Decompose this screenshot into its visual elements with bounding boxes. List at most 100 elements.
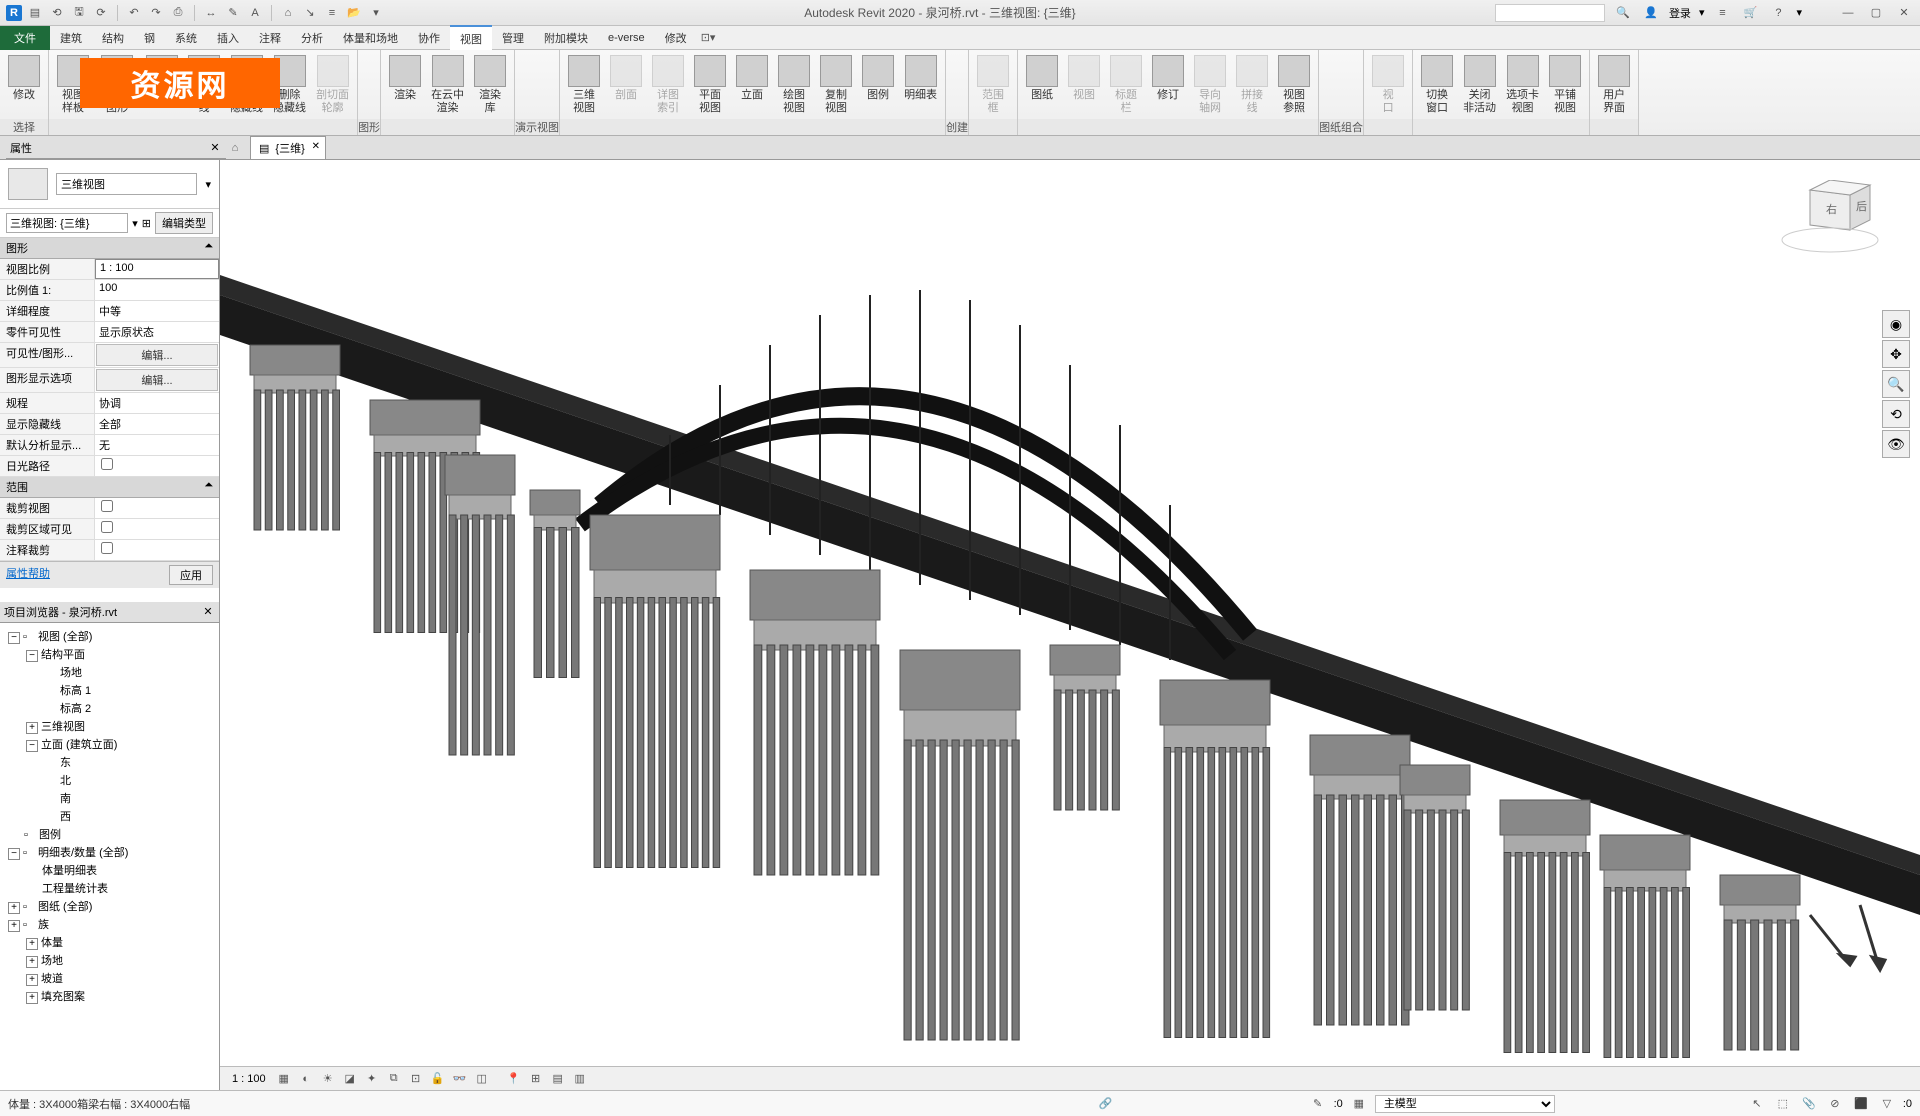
help-icon[interactable]: ? bbox=[1768, 4, 1788, 22]
menu-管理[interactable]: 管理 bbox=[492, 26, 534, 50]
tree-图例[interactable]: ▫图例 bbox=[4, 825, 215, 843]
vc-constrain-icon[interactable]: ⊞ bbox=[526, 1070, 546, 1088]
menu-体量和场地[interactable]: 体量和场地 bbox=[333, 26, 408, 50]
ribbon-用户界面[interactable]: 用户界面 bbox=[1594, 53, 1634, 119]
sb-sel4-icon[interactable]: ⊘ bbox=[1825, 1095, 1845, 1113]
ribbon-选项卡视图[interactable]: 选项卡视图 bbox=[1502, 53, 1543, 119]
menu-注释[interactable]: 注释 bbox=[249, 26, 291, 50]
menu-file[interactable]: 文件 bbox=[0, 26, 50, 50]
qat-sync-icon[interactable]: ⟳ bbox=[92, 4, 110, 22]
sb-sel1-icon[interactable]: ↖ bbox=[1747, 1095, 1767, 1113]
browser-close-icon[interactable]: ✕ bbox=[201, 605, 215, 619]
tree-结构平面[interactable]: −结构平面 bbox=[4, 645, 215, 663]
doc-home-icon[interactable]: ⌂ bbox=[226, 139, 244, 157]
tree-场地[interactable]: +场地 bbox=[4, 951, 215, 969]
type-dropdown[interactable]: 三维视图 bbox=[56, 173, 197, 195]
sb-sel5-icon[interactable]: ⬛ bbox=[1851, 1095, 1871, 1113]
qat-open-icon[interactable]: ▤ bbox=[26, 4, 44, 22]
sb-sel2-icon[interactable]: ⬚ bbox=[1773, 1095, 1793, 1113]
edit-type-button[interactable]: 编辑类型 bbox=[155, 212, 213, 234]
properties-close-icon[interactable]: ✕ bbox=[208, 141, 222, 155]
apply-button[interactable]: 应用 bbox=[169, 565, 213, 585]
ribbon-平铺视图[interactable]: 平铺视图 bbox=[1545, 53, 1585, 119]
vc-style-icon[interactable]: ◐ bbox=[296, 1070, 316, 1088]
qat-print-icon[interactable]: ⎙ bbox=[169, 4, 187, 22]
menu-建筑[interactable]: 建筑 bbox=[50, 26, 92, 50]
type-dd-arrow-icon[interactable]: ▾ bbox=[205, 178, 211, 191]
tree-明细表/数量 (全部)[interactable]: −▫明细表/数量 (全部) bbox=[4, 843, 215, 861]
maximize-button[interactable]: ▢ bbox=[1866, 4, 1886, 22]
tree-坡道[interactable]: +坡道 bbox=[4, 969, 215, 987]
menu-协作[interactable]: 协作 bbox=[408, 26, 450, 50]
prop-val-规程[interactable]: 协调 bbox=[95, 393, 219, 413]
ribbon-三维视图[interactable]: 三维视图 bbox=[564, 53, 604, 119]
properties-help-link[interactable]: 属性帮助 bbox=[6, 565, 50, 585]
sb-filter-icon[interactable]: ▽ bbox=[1877, 1095, 1897, 1113]
prop-val-详细程度[interactable]: 中等 bbox=[95, 301, 219, 321]
sb-active-icon[interactable]: ▦ bbox=[1349, 1095, 1369, 1113]
menu-e-verse[interactable]: e-verse bbox=[598, 28, 655, 48]
qat-measure-icon[interactable]: ↔ bbox=[202, 4, 220, 22]
tree-三维视图[interactable]: +三维视图 bbox=[4, 717, 215, 735]
login-link[interactable]: 登录 bbox=[1669, 5, 1691, 21]
prop-val-可见性/图形...[interactable]: 编辑... bbox=[96, 344, 218, 366]
ribbon-切换窗口[interactable]: 切换窗口 bbox=[1417, 53, 1457, 119]
ribbon-关闭非活动[interactable]: 关闭非活动 bbox=[1459, 53, 1500, 119]
qat-back-icon[interactable]: ⟲ bbox=[48, 4, 66, 22]
ribbon-在云中渲染[interactable]: 在云中渲染 bbox=[427, 53, 468, 119]
apps-icon[interactable]: ≡ bbox=[1712, 4, 1732, 22]
tree-图纸 (全部)[interactable]: +▫图纸 (全部) bbox=[4, 897, 215, 915]
qat-text-icon[interactable]: A bbox=[246, 4, 264, 22]
menu-分析[interactable]: 分析 bbox=[291, 26, 333, 50]
doc-tab-close-icon[interactable]: ✕ bbox=[310, 140, 322, 152]
tree-工程量统计表[interactable]: 工程量统计表 bbox=[4, 879, 215, 897]
close-button[interactable]: ✕ bbox=[1894, 4, 1914, 22]
view-scale[interactable]: 1 : 100 bbox=[226, 1071, 272, 1087]
tree-标高 2[interactable]: 标高 2 bbox=[4, 699, 215, 717]
search-icon[interactable]: 🔍 bbox=[1613, 4, 1633, 22]
prop-val-注释裁剪[interactable] bbox=[95, 540, 219, 560]
ribbon-渲染[interactable]: 渲染 bbox=[385, 53, 425, 119]
tree-西[interactable]: 西 bbox=[4, 807, 215, 825]
vc-pin-icon[interactable]: 📍 bbox=[504, 1070, 524, 1088]
vc-temp-icon[interactable]: 👓 bbox=[450, 1070, 470, 1088]
nav-look-icon[interactable]: 👁 bbox=[1882, 430, 1910, 458]
qat-open2-icon[interactable]: 📂 bbox=[345, 4, 363, 22]
qat-home-icon[interactable]: ⌂ bbox=[279, 4, 297, 22]
prop-val-零件可见性[interactable]: 显示原状态 bbox=[95, 322, 219, 342]
vc-sun-icon[interactable]: ☀ bbox=[318, 1070, 338, 1088]
ribbon-复制视图[interactable]: 复制视图 bbox=[816, 53, 856, 119]
qat-dd-icon[interactable]: ▾ bbox=[367, 4, 385, 22]
ribbon-图例[interactable]: 图例 bbox=[858, 53, 898, 119]
tree-立面 (建筑立面)[interactable]: −立面 (建筑立面) bbox=[4, 735, 215, 753]
prop-val-日光路径[interactable] bbox=[95, 456, 219, 476]
tree-体量[interactable]: +体量 bbox=[4, 933, 215, 951]
menu-钢[interactable]: 钢 bbox=[134, 26, 165, 50]
prop-val-默认分析显示...[interactable]: 无 bbox=[95, 435, 219, 455]
vc-crop-icon[interactable]: ⧉ bbox=[384, 1070, 404, 1088]
sb-worksharing-icon[interactable]: 🔗 bbox=[1096, 1095, 1116, 1113]
tree-体量明细表[interactable]: 体量明细表 bbox=[4, 861, 215, 879]
qat-save-icon[interactable]: 🖫 bbox=[70, 4, 88, 22]
menu-插入[interactable]: 插入 bbox=[207, 26, 249, 50]
doc-tab-3d[interactable]: ▤ {三维} ✕ bbox=[250, 136, 326, 159]
prop-val-图形显示选项[interactable]: 编辑... bbox=[96, 369, 218, 391]
prop-val-裁剪视图[interactable] bbox=[95, 498, 219, 518]
ribbon-修改[interactable]: 修改 bbox=[4, 53, 44, 119]
vc-highlight-icon[interactable]: ▥ bbox=[570, 1070, 590, 1088]
prop-val-比例值 1:[interactable]: 100 bbox=[95, 280, 219, 300]
user-icon[interactable]: 👤 bbox=[1641, 4, 1661, 22]
prop-category-graphics[interactable]: 图形⏶ bbox=[0, 238, 219, 259]
viewport-3d[interactable]: 右 后 ◉ ✥ 🔍 ⟲ 👁 1 : 100 ▦ ◐ ☀ ◪ ✦ ⧉ ⊡ 🔓 👓 … bbox=[220, 160, 1920, 1090]
viewcube[interactable]: 右 后 bbox=[1770, 180, 1880, 260]
vc-analytic-icon[interactable]: ▤ bbox=[548, 1070, 568, 1088]
nav-pan-icon[interactable]: ✥ bbox=[1882, 340, 1910, 368]
nav-orbit-icon[interactable]: ⟲ bbox=[1882, 400, 1910, 428]
sb-editreq-icon[interactable]: ✎ bbox=[1308, 1095, 1328, 1113]
qat-redo-icon[interactable]: ↷ bbox=[147, 4, 165, 22]
vc-detail-icon[interactable]: ▦ bbox=[274, 1070, 294, 1088]
ribbon-修订[interactable]: 修订 bbox=[1148, 53, 1188, 119]
vc-render-icon[interactable]: ✦ bbox=[362, 1070, 382, 1088]
menu-修改[interactable]: 修改 bbox=[655, 26, 697, 50]
menu-视图[interactable]: 视图 bbox=[450, 25, 492, 51]
